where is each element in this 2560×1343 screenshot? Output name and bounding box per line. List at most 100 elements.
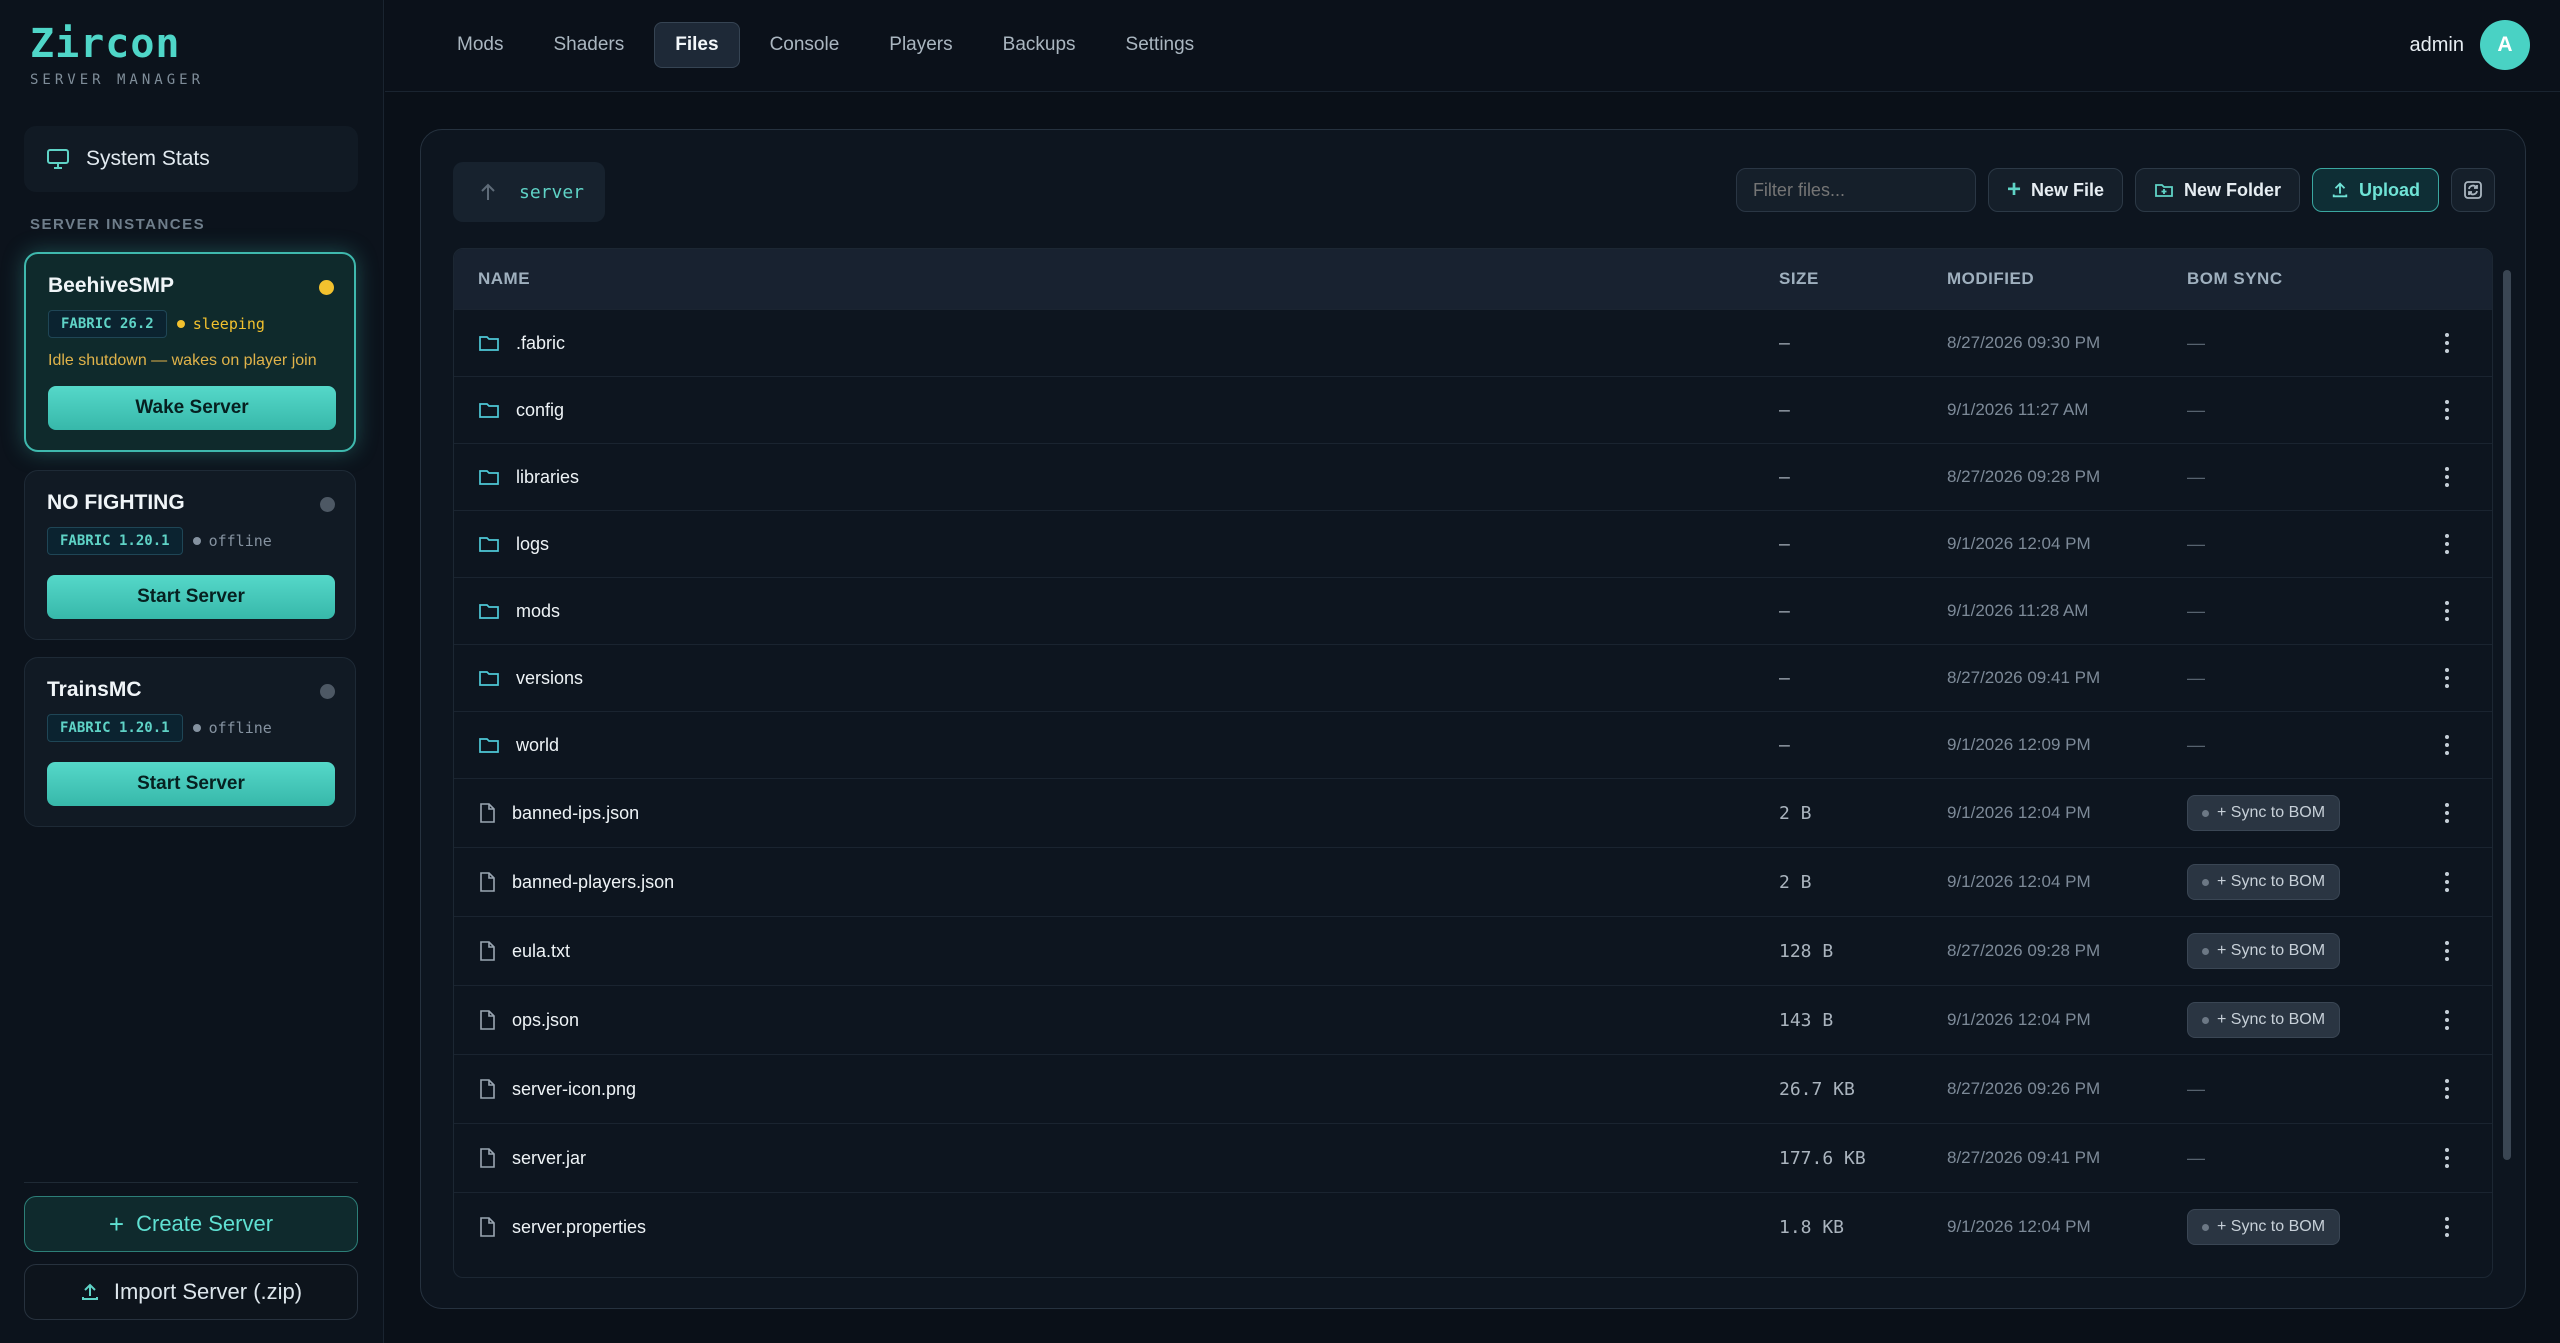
new-folder-button[interactable]: New Folder <box>2134 168 2300 212</box>
tab-settings[interactable]: Settings <box>1106 22 1215 68</box>
file-name-cell[interactable]: eula.txt <box>454 940 1779 962</box>
file-name[interactable]: logs <box>516 534 549 555</box>
table-row[interactable]: logs – 9/1/2026 12:04 PM — <box>454 510 2492 577</box>
version-badge: FABRIC 1.20.1 <box>47 714 183 742</box>
tab-shaders[interactable]: Shaders <box>533 22 644 68</box>
row-menu-button[interactable] <box>2417 735 2477 755</box>
file-name-cell[interactable]: world <box>454 735 1779 756</box>
file-name[interactable]: .fabric <box>516 333 565 354</box>
row-menu-button[interactable] <box>2417 534 2477 554</box>
sync-to-bom-button[interactable]: + Sync to BOM <box>2187 1002 2341 1038</box>
sync-to-bom-button[interactable]: + Sync to BOM <box>2187 933 2341 969</box>
sidebar: Zircon SERVER MANAGER System Stats SERVE… <box>0 0 384 1343</box>
arrow-up-icon[interactable] <box>477 181 499 203</box>
create-server-button[interactable]: + Create Server <box>24 1196 358 1252</box>
tab-files[interactable]: Files <box>654 22 740 68</box>
sync-to-bom-button[interactable]: + Sync to BOM <box>2187 795 2341 831</box>
row-menu-button[interactable] <box>2417 1217 2477 1237</box>
file-icon <box>480 1148 495 1168</box>
file-name[interactable]: libraries <box>516 467 579 488</box>
table-row[interactable]: .fabric – 8/27/2026 09:30 PM — <box>454 309 2492 376</box>
file-name[interactable]: server-icon.png <box>512 1079 636 1100</box>
table-row[interactable]: world – 9/1/2026 12:09 PM — <box>454 711 2492 778</box>
table-row[interactable]: server.properties 1.8 KB 9/1/2026 12:04 PM… <box>454 1192 2492 1261</box>
breadcrumb-path[interactable]: server <box>519 182 584 203</box>
file-name-cell[interactable]: banned-players.json <box>454 871 1779 893</box>
row-menu-button[interactable] <box>2417 1079 2477 1099</box>
brand-subtitle: SERVER MANAGER <box>30 72 205 88</box>
upload-button[interactable]: Upload <box>2312 168 2439 212</box>
server-card[interactable]: NO FIGHTING FABRIC 1.20.1 offline Start Ser… <box>24 470 356 640</box>
folder-icon <box>479 738 499 753</box>
table-row[interactable]: config – 9/1/2026 11:27 AM — <box>454 376 2492 443</box>
row-menu-button[interactable] <box>2417 872 2477 892</box>
row-menu-button[interactable] <box>2417 601 2477 621</box>
server-card[interactable]: BeehiveSMP FABRIC 26.2 sleeping Idle shutdo… <box>24 252 356 452</box>
table-row[interactable]: eula.txt 128 B 8/27/2026 09:28 PM + Sync to… <box>454 916 2492 985</box>
tab-console[interactable]: Console <box>750 22 860 68</box>
table-row[interactable]: libraries – 8/27/2026 09:28 PM — <box>454 443 2492 510</box>
table-row[interactable]: mods – 9/1/2026 11:28 AM — <box>454 577 2492 644</box>
file-name[interactable]: banned-players.json <box>512 872 674 893</box>
file-name[interactable]: ops.json <box>512 1010 579 1031</box>
row-menu-button[interactable] <box>2417 333 2477 353</box>
table-row[interactable]: banned-ips.json 2 B 9/1/2026 12:04 PM + Syn… <box>454 778 2492 847</box>
file-name-cell[interactable]: server.jar <box>454 1147 1779 1169</box>
wake-server-button[interactable]: Wake Server <box>48 386 336 430</box>
table-row[interactable]: server.jar 177.6 KB 8/27/2026 09:41 PM — <box>454 1123 2492 1192</box>
column-size[interactable]: SIZE <box>1779 269 1947 289</box>
new-file-button[interactable]: + New File <box>1987 168 2123 212</box>
more-vertical-icon <box>2445 400 2449 420</box>
server-card[interactable]: TrainsMC FABRIC 1.20.1 offline Start Server <box>24 657 356 827</box>
row-menu-button[interactable] <box>2417 668 2477 688</box>
filter-input[interactable] <box>1735 168 1976 212</box>
file-name-cell[interactable]: banned-ips.json <box>454 802 1779 824</box>
column-name[interactable]: NAME <box>454 269 1779 289</box>
tab-players[interactable]: Players <box>869 22 972 68</box>
file-name-cell[interactable]: libraries <box>454 467 1779 488</box>
start-server-button[interactable]: Start Server <box>47 762 335 806</box>
bom-sync-cell: — <box>2187 400 2417 421</box>
table-row[interactable]: versions – 8/27/2026 09:41 PM — <box>454 644 2492 711</box>
file-name-cell[interactable]: server.properties <box>454 1216 1779 1238</box>
file-name-cell[interactable]: .fabric <box>454 333 1779 354</box>
sync-to-bom-button[interactable]: + Sync to BOM <box>2187 864 2341 900</box>
file-name-cell[interactable]: ops.json <box>454 1009 1779 1031</box>
file-name[interactable]: eula.txt <box>512 941 570 962</box>
column-modified[interactable]: MODIFIED <box>1947 269 2187 289</box>
table-row[interactable]: ops.json 143 B 9/1/2026 12:04 PM + Sync to … <box>454 985 2492 1054</box>
file-name[interactable]: server.jar <box>512 1148 586 1169</box>
file-name-cell[interactable]: logs <box>454 534 1779 555</box>
file-name[interactable]: config <box>516 400 564 421</box>
import-server-button[interactable]: Import Server (.zip) <box>24 1264 358 1320</box>
file-name[interactable]: server.properties <box>512 1217 646 1238</box>
row-menu-button[interactable] <box>2417 400 2477 420</box>
bom-sync-cell: — <box>2187 601 2417 622</box>
avatar[interactable]: A <box>2480 20 2530 70</box>
row-menu-button[interactable] <box>2417 467 2477 487</box>
refresh-button[interactable] <box>2451 168 2495 212</box>
file-name-cell[interactable]: config <box>454 400 1779 421</box>
row-menu-button[interactable] <box>2417 1148 2477 1168</box>
user-menu[interactable]: admin A <box>2410 20 2530 70</box>
scrollbar[interactable] <box>2503 270 2511 1160</box>
table-row[interactable]: banned-players.json 2 B 9/1/2026 12:04 PM +… <box>454 847 2492 916</box>
breadcrumb[interactable]: server <box>453 162 605 222</box>
row-menu-button[interactable] <box>2417 1010 2477 1030</box>
row-menu-button[interactable] <box>2417 803 2477 823</box>
tab-backups[interactable]: Backups <box>983 22 1096 68</box>
start-server-button[interactable]: Start Server <box>47 575 335 619</box>
file-name[interactable]: mods <box>516 601 560 622</box>
table-row[interactable]: server-icon.png 26.7 KB 8/27/2026 09:26 PM… <box>454 1054 2492 1123</box>
file-name[interactable]: banned-ips.json <box>512 803 639 824</box>
file-name[interactable]: world <box>516 735 559 756</box>
file-name-cell[interactable]: server-icon.png <box>454 1078 1779 1100</box>
tab-mods[interactable]: Mods <box>437 22 523 68</box>
brand-name: Zircon <box>30 21 181 67</box>
sync-to-bom-button[interactable]: + Sync to BOM <box>2187 1209 2341 1245</box>
file-name[interactable]: versions <box>516 668 583 689</box>
row-menu-button[interactable] <box>2417 941 2477 961</box>
file-name-cell[interactable]: mods <box>454 601 1779 622</box>
system-stats-button[interactable]: System Stats <box>24 126 358 192</box>
file-name-cell[interactable]: versions <box>454 668 1779 689</box>
